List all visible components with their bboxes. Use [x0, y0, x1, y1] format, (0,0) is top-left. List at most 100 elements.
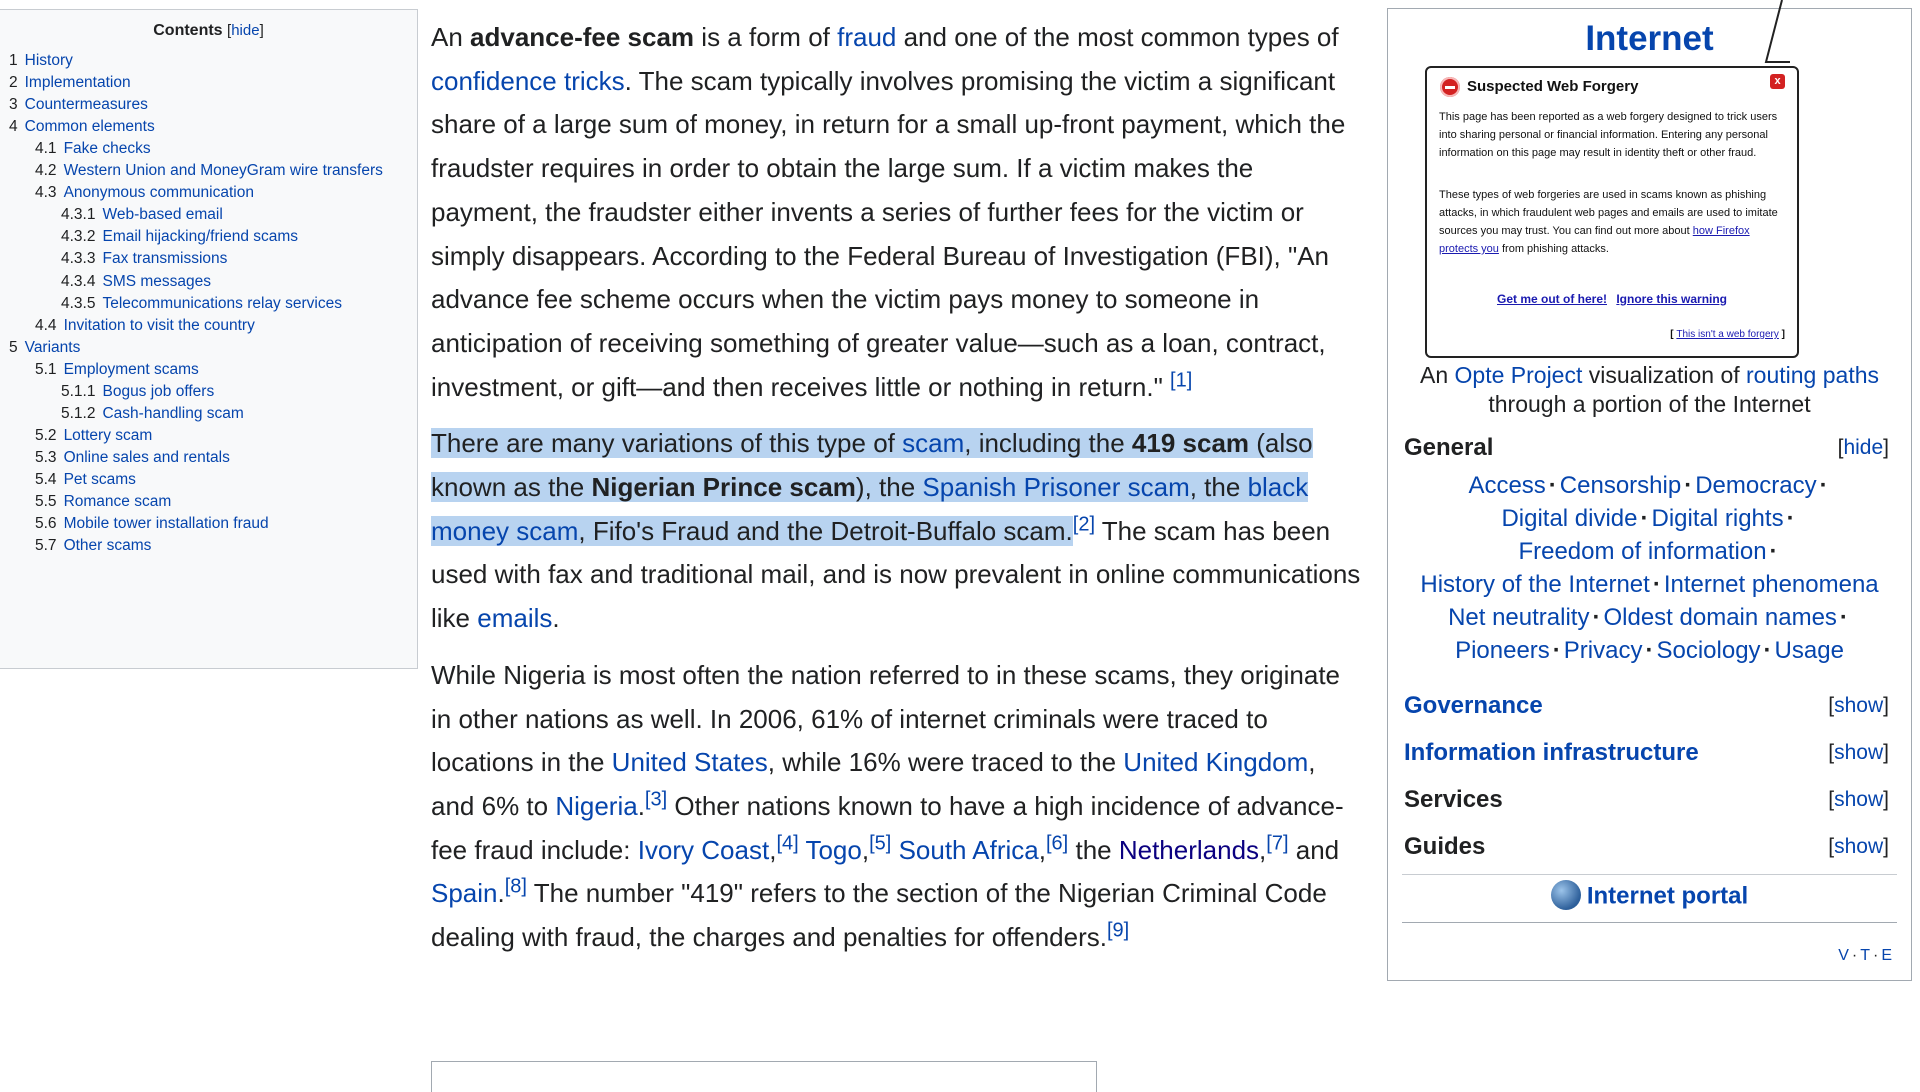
toc-item[interactable]: 1 History: [9, 52, 73, 70]
toc-hide-link[interactable]: hide: [231, 22, 259, 39]
general-topic-link[interactable]: Privacy: [1564, 637, 1643, 664]
toc-item[interactable]: 5.6 Mobile tower installation fraud: [35, 515, 269, 533]
toc-item[interactable]: 5.3 Online sales and rentals: [35, 449, 230, 467]
toc-item[interactable]: 5.5 Romance scam: [35, 493, 171, 511]
toc-item-link[interactable]: Online sales and rentals: [64, 449, 230, 466]
toc-item-link[interactable]: Variants: [25, 339, 81, 356]
link-south-africa[interactable]: South Africa: [899, 835, 1039, 865]
ref-2[interactable]: [2]: [1073, 513, 1095, 535]
toc-item-link[interactable]: Fake checks: [64, 140, 151, 157]
toc-item-link[interactable]: Common elements: [25, 118, 155, 135]
toc-item[interactable]: 4.3 Anonymous communication: [35, 184, 254, 202]
toc-item[interactable]: 2 Implementation: [9, 74, 131, 92]
toc-item[interactable]: 5.1.1 Bogus job offers: [61, 383, 214, 401]
toc-item[interactable]: 5 Variants: [9, 339, 80, 357]
toc-item[interactable]: 5.4 Pet scams: [35, 471, 136, 489]
link-scam[interactable]: scam: [902, 428, 964, 458]
toc-item-link[interactable]: Implementation: [25, 74, 131, 91]
toc-item-link[interactable]: Pet scams: [64, 471, 136, 488]
toc-item[interactable]: 4.2 Western Union and MoneyGram wire tran…: [35, 162, 383, 180]
toc-item[interactable]: 4.1 Fake checks: [35, 140, 151, 158]
toc-item[interactable]: 3 Countermeasures: [9, 96, 148, 114]
link-spanish-prisoner-scam[interactable]: Spanish Prisoner scam: [922, 472, 1189, 502]
general-topic-link[interactable]: Usage: [1775, 637, 1844, 664]
toc-item-link[interactable]: Invitation to visit the country: [64, 317, 255, 334]
general-topic-link[interactable]: History of the Internet: [1420, 571, 1649, 598]
general-topic-link[interactable]: Censorship: [1560, 472, 1681, 499]
toc-item-link[interactable]: Western Union and MoneyGram wire transfe…: [64, 162, 383, 179]
toc-item-link[interactable]: Email hijacking/friend scams: [102, 228, 298, 245]
toggle-guides[interactable]: [show]: [1828, 835, 1889, 859]
ref-4[interactable]: [4]: [776, 832, 798, 854]
link-spain[interactable]: Spain: [431, 878, 498, 908]
toc-item-link[interactable]: Telecommunications relay services: [102, 295, 341, 312]
toc-item[interactable]: 5.1 Employment scams: [35, 361, 199, 379]
toggle-general-link[interactable]: hide: [1843, 436, 1883, 459]
toc-item-link[interactable]: Fax transmissions: [102, 250, 227, 267]
link-united-kingdom[interactable]: United Kingdom: [1123, 747, 1308, 777]
link-confidence-tricks[interactable]: confidence tricks: [431, 66, 625, 96]
toc-item-link[interactable]: Anonymous communication: [64, 184, 254, 201]
toc-item[interactable]: 5.1.2 Cash-handling scam: [61, 405, 244, 423]
ref-5[interactable]: [5]: [869, 832, 891, 854]
general-topic-link[interactable]: Sociology: [1656, 637, 1760, 664]
section-heading-information-infrastructure[interactable]: Information infrastructure: [1404, 739, 1699, 767]
toc-item-link[interactable]: Cash-handling scam: [102, 405, 243, 422]
toggle-services[interactable]: [show]: [1828, 788, 1889, 812]
general-topic-link[interactable]: Digital rights: [1652, 505, 1784, 532]
link-togo[interactable]: Togo: [805, 835, 861, 865]
toggle-general[interactable]: [hide]: [1838, 436, 1889, 460]
general-topic-link[interactable]: Net neutrality: [1448, 604, 1589, 631]
toc-item[interactable]: 4.3.1 Web-based email: [61, 206, 223, 224]
section-heading-governance[interactable]: Governance: [1404, 692, 1543, 720]
toc-item-link[interactable]: Romance scam: [64, 493, 172, 510]
ref-8[interactable]: [8]: [505, 876, 527, 898]
toc-title: Contents: [153, 22, 223, 39]
ref-6[interactable]: [6]: [1046, 832, 1068, 854]
ref-7[interactable]: [7]: [1266, 832, 1288, 854]
toc-item[interactable]: 5.2 Lottery scam: [35, 427, 152, 445]
internet-portal[interactable]: Internet portal: [1387, 880, 1912, 912]
general-topic-link[interactable]: Pioneers: [1455, 637, 1550, 664]
ref-3[interactable]: [3]: [645, 788, 667, 810]
toc-item-link[interactable]: Countermeasures: [25, 96, 148, 113]
link-emails[interactable]: emails: [477, 603, 552, 633]
general-topic-link[interactable]: Freedom of information: [1518, 538, 1766, 565]
vte-view[interactable]: V: [1838, 947, 1849, 964]
link-nigeria[interactable]: Nigeria: [555, 791, 637, 821]
toc-item[interactable]: 4.3.3 Fax transmissions: [61, 250, 227, 268]
toc-item[interactable]: 4.3.2 Email hijacking/friend scams: [61, 228, 298, 246]
general-topic-link[interactable]: Digital divide: [1501, 505, 1637, 532]
general-topic-link[interactable]: Internet phenomena: [1664, 571, 1879, 598]
toc-hide-toggle[interactable]: [hide]: [227, 22, 264, 39]
toggle-information-infrastructure[interactable]: [show]: [1828, 741, 1889, 765]
toc-item-link[interactable]: History: [25, 52, 73, 69]
toc-item-link[interactable]: SMS messages: [102, 273, 211, 290]
ref-9[interactable]: [9]: [1107, 919, 1129, 941]
link-fraud[interactable]: fraud: [837, 22, 896, 52]
toc-item[interactable]: 4.3.5 Telecommunications relay services: [61, 295, 342, 313]
vte-edit[interactable]: E: [1881, 947, 1892, 964]
ref-1[interactable]: [1]: [1170, 369, 1192, 391]
toc-item-link[interactable]: Employment scams: [64, 361, 199, 378]
link-opte-project[interactable]: Opte Project: [1455, 362, 1583, 388]
link-united-states[interactable]: United States: [612, 747, 768, 777]
link-routing-paths[interactable]: routing paths: [1746, 362, 1879, 388]
toc-item-link[interactable]: Bogus job offers: [102, 383, 214, 400]
toc-item-link[interactable]: Other scams: [64, 537, 152, 554]
toc-item[interactable]: 4.3.4 SMS messages: [61, 273, 211, 291]
link-ivory-coast[interactable]: Ivory Coast: [638, 835, 770, 865]
general-topic-link[interactable]: Oldest domain names: [1603, 604, 1836, 631]
general-topic-link[interactable]: Access: [1468, 472, 1545, 499]
toc-item[interactable]: 4 Common elements: [9, 118, 155, 136]
toc-item-link[interactable]: Lottery scam: [64, 427, 153, 444]
toc-item[interactable]: 4.4 Invitation to visit the country: [35, 317, 255, 335]
general-topic-link[interactable]: Democracy: [1695, 472, 1816, 499]
toc-item-link[interactable]: Web-based email: [102, 206, 222, 223]
internet-portal-link[interactable]: Internet portal: [1587, 882, 1748, 909]
toggle-governance[interactable]: [show]: [1828, 694, 1889, 718]
link-netherlands[interactable]: Netherlands: [1119, 835, 1259, 865]
toc-item-link[interactable]: Mobile tower installation fraud: [64, 515, 269, 532]
toc-item[interactable]: 5.7 Other scams: [35, 537, 151, 555]
vte-talk[interactable]: T: [1860, 947, 1870, 964]
